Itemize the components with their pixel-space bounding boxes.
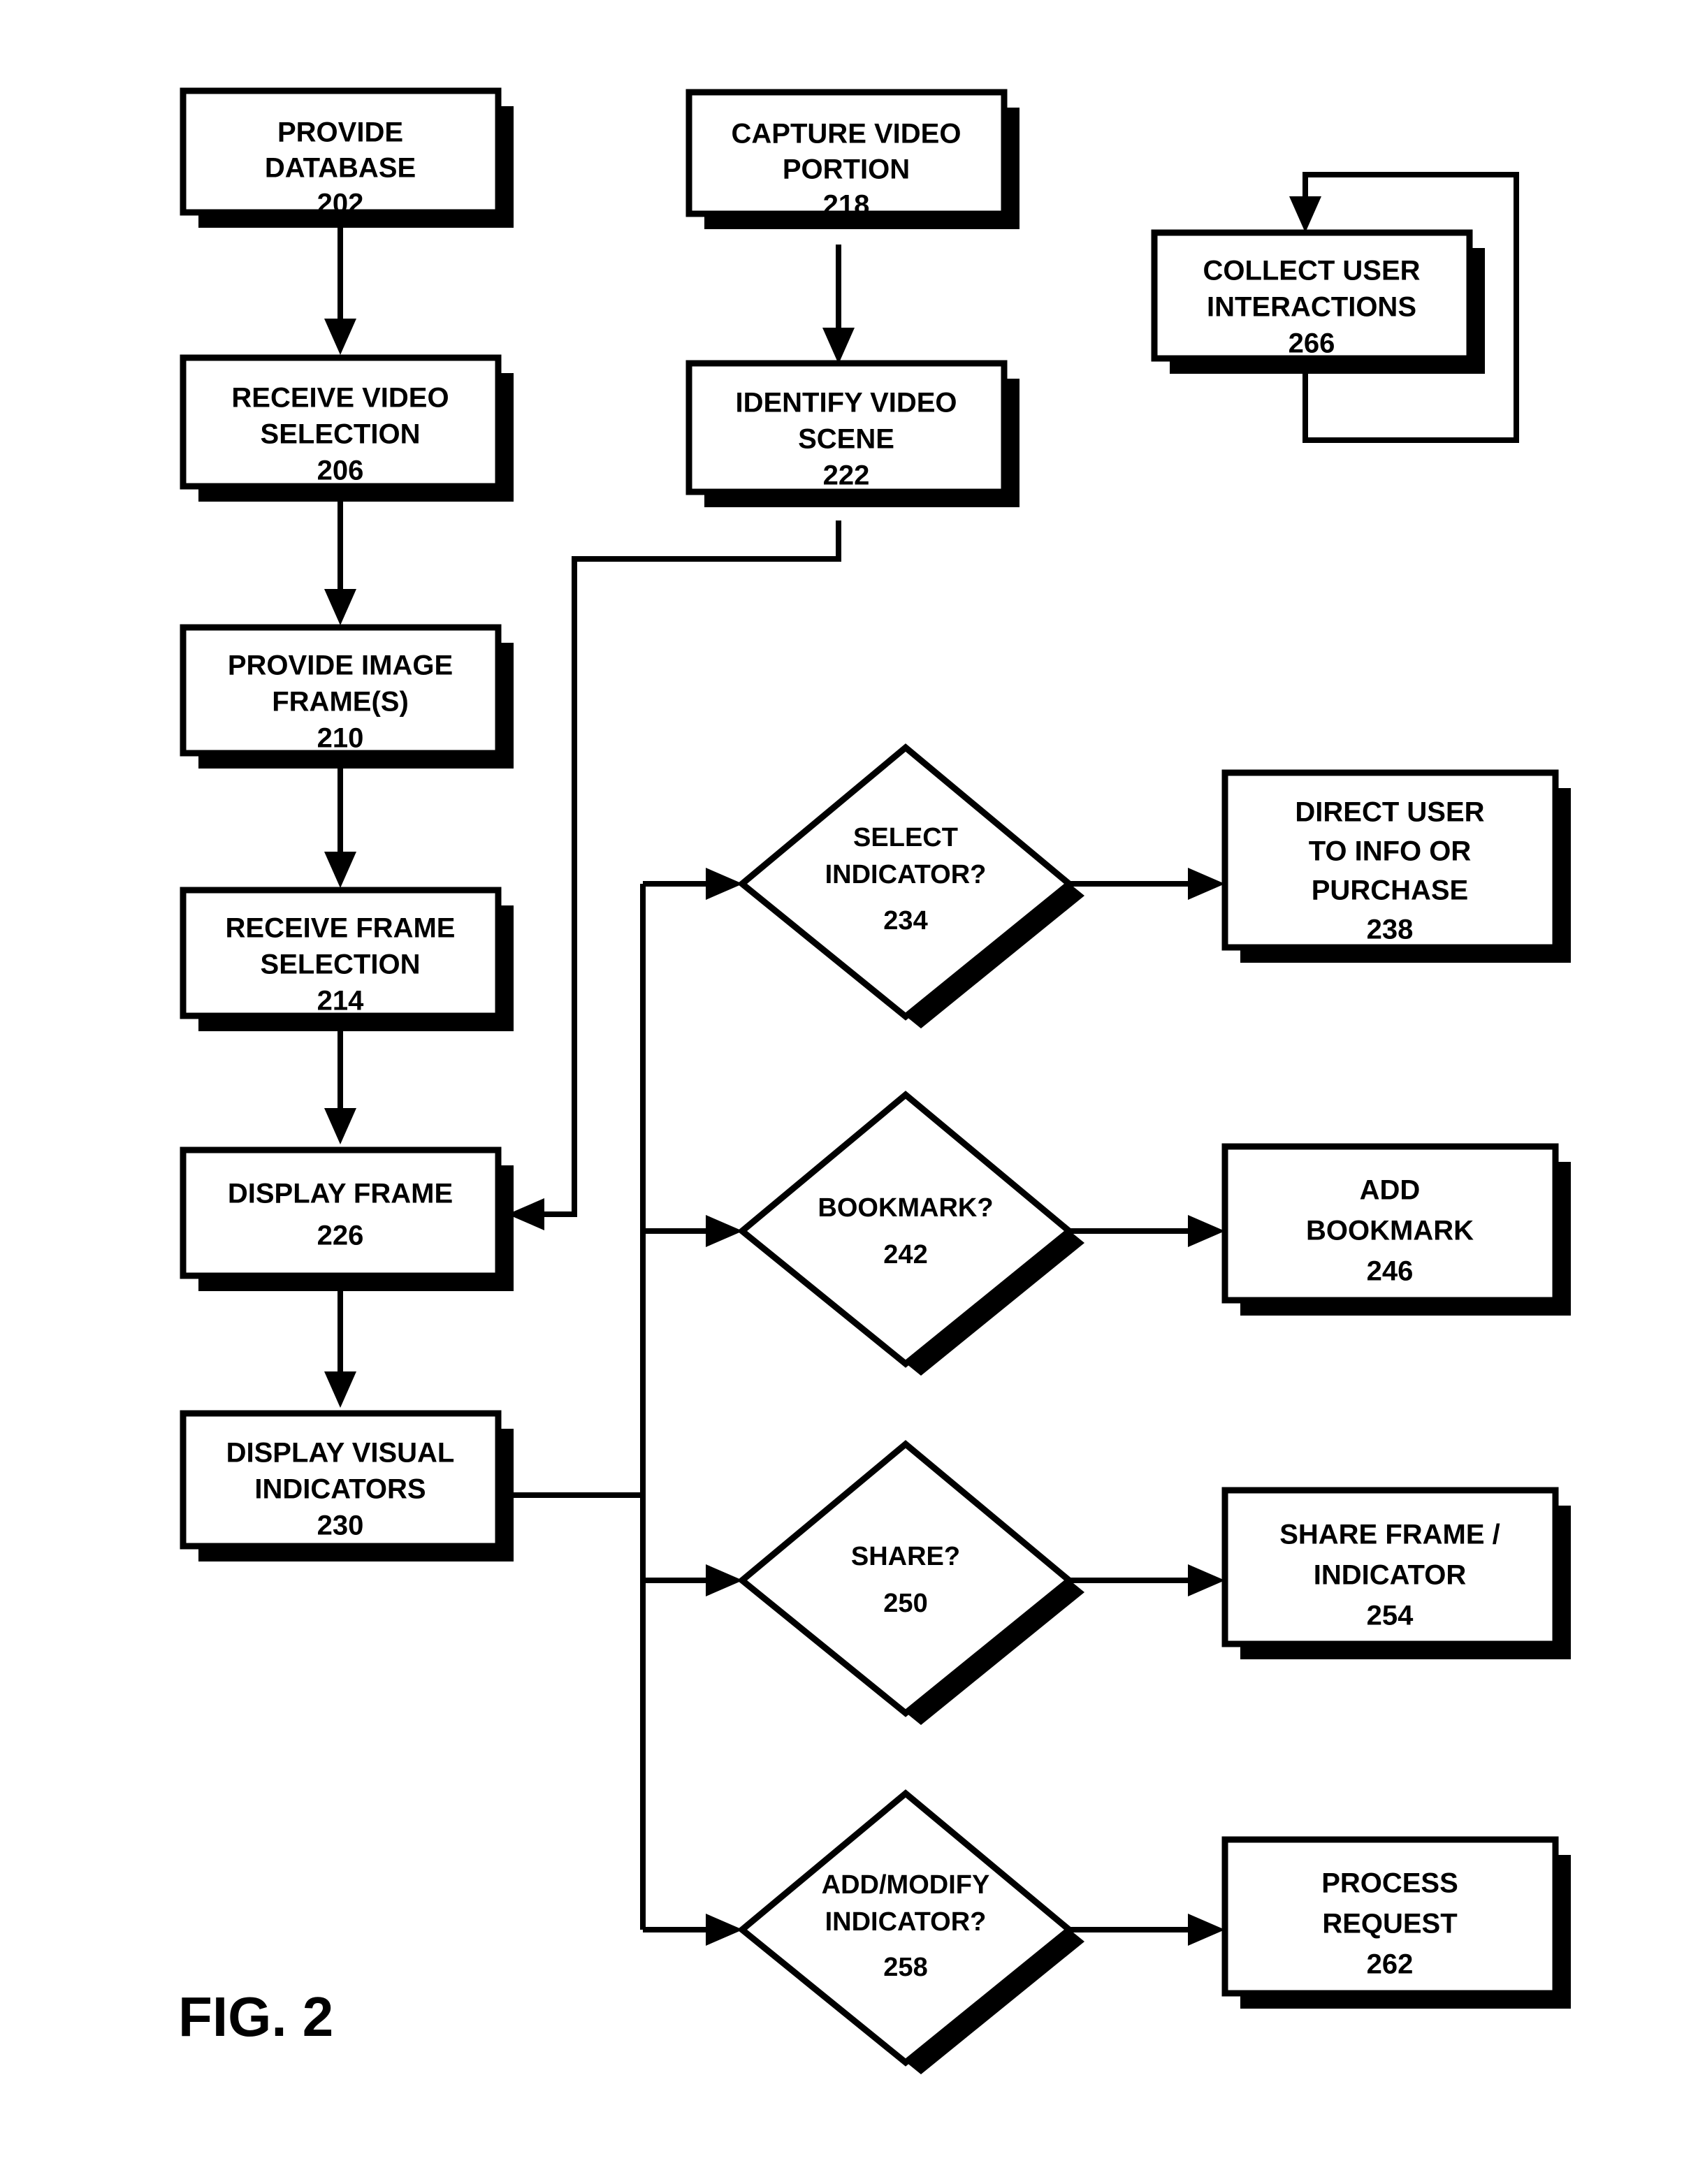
- connector-share-to-share-frame-indicator: [1069, 1564, 1225, 1596]
- connector-capture-video-portion-to-identify-video-scene: [822, 245, 855, 364]
- connector-provide-image-frames-to-receive-frame-selection: [324, 769, 356, 888]
- node-capture-video-portion-line1: CAPTURE VIDEO: [732, 119, 962, 150]
- node-provide-image-frames[interactable]: PROVIDE IMAGE FRAME(S) 210: [180, 624, 514, 769]
- node-direct-user-ref: 238: [1367, 915, 1414, 945]
- node-bookmark[interactable]: BOOKMARK? 242: [736, 1091, 1084, 1376]
- node-process-request[interactable]: PROCESS REQUEST 262: [1221, 1836, 1571, 2009]
- node-direct-user[interactable]: DIRECT USER TO INFO OR PURCHASE 238: [1221, 769, 1571, 963]
- node-provide-database-ref: 202: [317, 189, 364, 219]
- node-receive-frame-selection[interactable]: RECEIVE FRAME SELECTION 214: [180, 887, 514, 1031]
- node-receive-frame-selection-line1: RECEIVE FRAME: [226, 913, 456, 944]
- connector-bus-to-select-indicator: [643, 868, 743, 900]
- node-share-line1: SHARE?: [851, 1542, 960, 1571]
- connector-bus-to-add-modify-indicator: [643, 1914, 743, 1946]
- node-display-frame-line1: DISPLAY FRAME: [228, 1179, 453, 1209]
- node-receive-frame-selection-line2: SELECTION: [261, 949, 421, 980]
- node-add-bookmark[interactable]: ADD BOOKMARK 246: [1221, 1143, 1571, 1316]
- node-provide-database[interactable]: PROVIDE DATABASE 202: [180, 87, 514, 228]
- connector-receive-video-selection-to-provide-image-frames: [324, 502, 356, 625]
- node-add-bookmark-line1: ADD: [1360, 1175, 1421, 1206]
- node-share[interactable]: SHARE? 250: [736, 1440, 1084, 1725]
- node-provide-image-frames-line2: FRAME(S): [272, 687, 409, 718]
- node-direct-user-line2: TO INFO OR: [1309, 836, 1472, 867]
- node-select-indicator-ref: 234: [883, 906, 927, 936]
- node-add-modify-indicator-line2: INDICATOR?: [825, 1907, 987, 1937]
- node-identify-video-scene-line1: IDENTIFY VIDEO: [735, 388, 957, 418]
- node-identify-video-scene-line2: SCENE: [798, 424, 894, 455]
- node-collect-user-interactions[interactable]: COLLECT USER INTERACTIONS 266: [1151, 229, 1485, 374]
- node-display-visual-indicators-line2: INDICATORS: [254, 1474, 426, 1505]
- node-receive-video-selection-line1: RECEIVE VIDEO: [231, 383, 449, 414]
- node-identify-video-scene[interactable]: IDENTIFY VIDEO SCENE 222: [685, 360, 1019, 507]
- flowchart-canvas: PROVIDE DATABASE 202 RECEIVE VIDEO SELEC…: [178, 87, 1571, 2074]
- node-receive-video-selection[interactable]: RECEIVE VIDEO SELECTION 206: [180, 354, 514, 502]
- node-share-frame-indicator-ref: 254: [1367, 1601, 1414, 1631]
- connector-bus-to-bookmark: [643, 1215, 743, 1247]
- node-direct-user-line3: PURCHASE: [1312, 875, 1468, 906]
- node-add-bookmark-line2: BOOKMARK: [1306, 1216, 1474, 1246]
- node-share-frame-indicator-line1: SHARE FRAME /: [1279, 1520, 1500, 1550]
- node-capture-video-portion-ref: 218: [823, 190, 870, 221]
- node-bookmark-line1: BOOKMARK?: [818, 1193, 993, 1223]
- node-select-indicator-line2: INDICATOR?: [825, 860, 987, 889]
- node-select-indicator[interactable]: SELECT INDICATOR? 234: [736, 743, 1084, 1028]
- connector-add-modify-indicator-to-process-request: [1069, 1914, 1225, 1946]
- node-display-frame[interactable]: DISPLAY FRAME 226: [180, 1146, 514, 1291]
- node-provide-image-frames-ref: 210: [317, 723, 364, 754]
- connector-receive-frame-selection-to-display-frame: [324, 1031, 356, 1144]
- node-share-frame-indicator-line2: INDICATOR: [1314, 1560, 1467, 1591]
- figure-label: FIG. 2: [178, 1986, 333, 2048]
- connector-select-indicator-to-direct-user: [1069, 868, 1225, 900]
- node-capture-video-portion[interactable]: CAPTURE VIDEO PORTION 218: [685, 89, 1019, 229]
- node-identify-video-scene-ref: 222: [823, 460, 870, 491]
- node-select-indicator-line1: SELECT: [853, 823, 958, 852]
- node-display-visual-indicators-ref: 230: [317, 1510, 364, 1541]
- node-receive-video-selection-ref: 206: [317, 456, 364, 486]
- node-share-frame-indicator[interactable]: SHARE FRAME / INDICATOR 254: [1221, 1487, 1571, 1659]
- node-display-visual-indicators-line1: DISPLAY VISUAL: [226, 1438, 455, 1469]
- node-collect-user-interactions-line1: COLLECT USER: [1203, 256, 1420, 286]
- node-display-visual-indicators[interactable]: DISPLAY VISUAL INDICATORS 230: [180, 1410, 514, 1561]
- connector-bus-to-share: [643, 1564, 743, 1596]
- node-display-frame-ref: 226: [317, 1221, 364, 1251]
- node-provide-database-line1: PROVIDE: [277, 117, 403, 148]
- node-collect-user-interactions-line2: INTERACTIONS: [1207, 292, 1416, 323]
- node-share-ref: 250: [883, 1589, 927, 1618]
- node-provide-database-line2: DATABASE: [265, 153, 416, 184]
- node-add-modify-indicator-line1: ADD/MODIFY: [822, 1870, 990, 1900]
- node-collect-user-interactions-ref: 266: [1289, 328, 1335, 359]
- node-add-modify-indicator-ref: 258: [883, 1953, 927, 1982]
- node-process-request-ref: 262: [1367, 1949, 1414, 1980]
- node-add-bookmark-ref: 246: [1367, 1256, 1414, 1287]
- node-provide-image-frames-line1: PROVIDE IMAGE: [228, 650, 453, 681]
- connector-bookmark-to-add-bookmark: [1069, 1215, 1225, 1247]
- node-receive-frame-selection-ref: 214: [317, 986, 364, 1017]
- node-receive-video-selection-line2: SELECTION: [261, 419, 421, 450]
- node-add-modify-indicator[interactable]: ADD/MODIFY INDICATOR? 258: [736, 1789, 1084, 2074]
- node-bookmark-ref: 242: [883, 1240, 927, 1269]
- connector-provide-database-to-receive-video-selection: [324, 228, 356, 355]
- node-capture-video-portion-line2: PORTION: [783, 154, 910, 185]
- node-process-request-line1: PROCESS: [1321, 1868, 1458, 1899]
- node-direct-user-line1: DIRECT USER: [1295, 797, 1484, 828]
- connector-display-frame-to-display-visual-indicators: [324, 1289, 356, 1408]
- patent-figure: PROVIDE DATABASE 202 RECEIVE VIDEO SELEC…: [0, 0, 1698, 2184]
- node-process-request-line2: REQUEST: [1322, 1909, 1457, 1939]
